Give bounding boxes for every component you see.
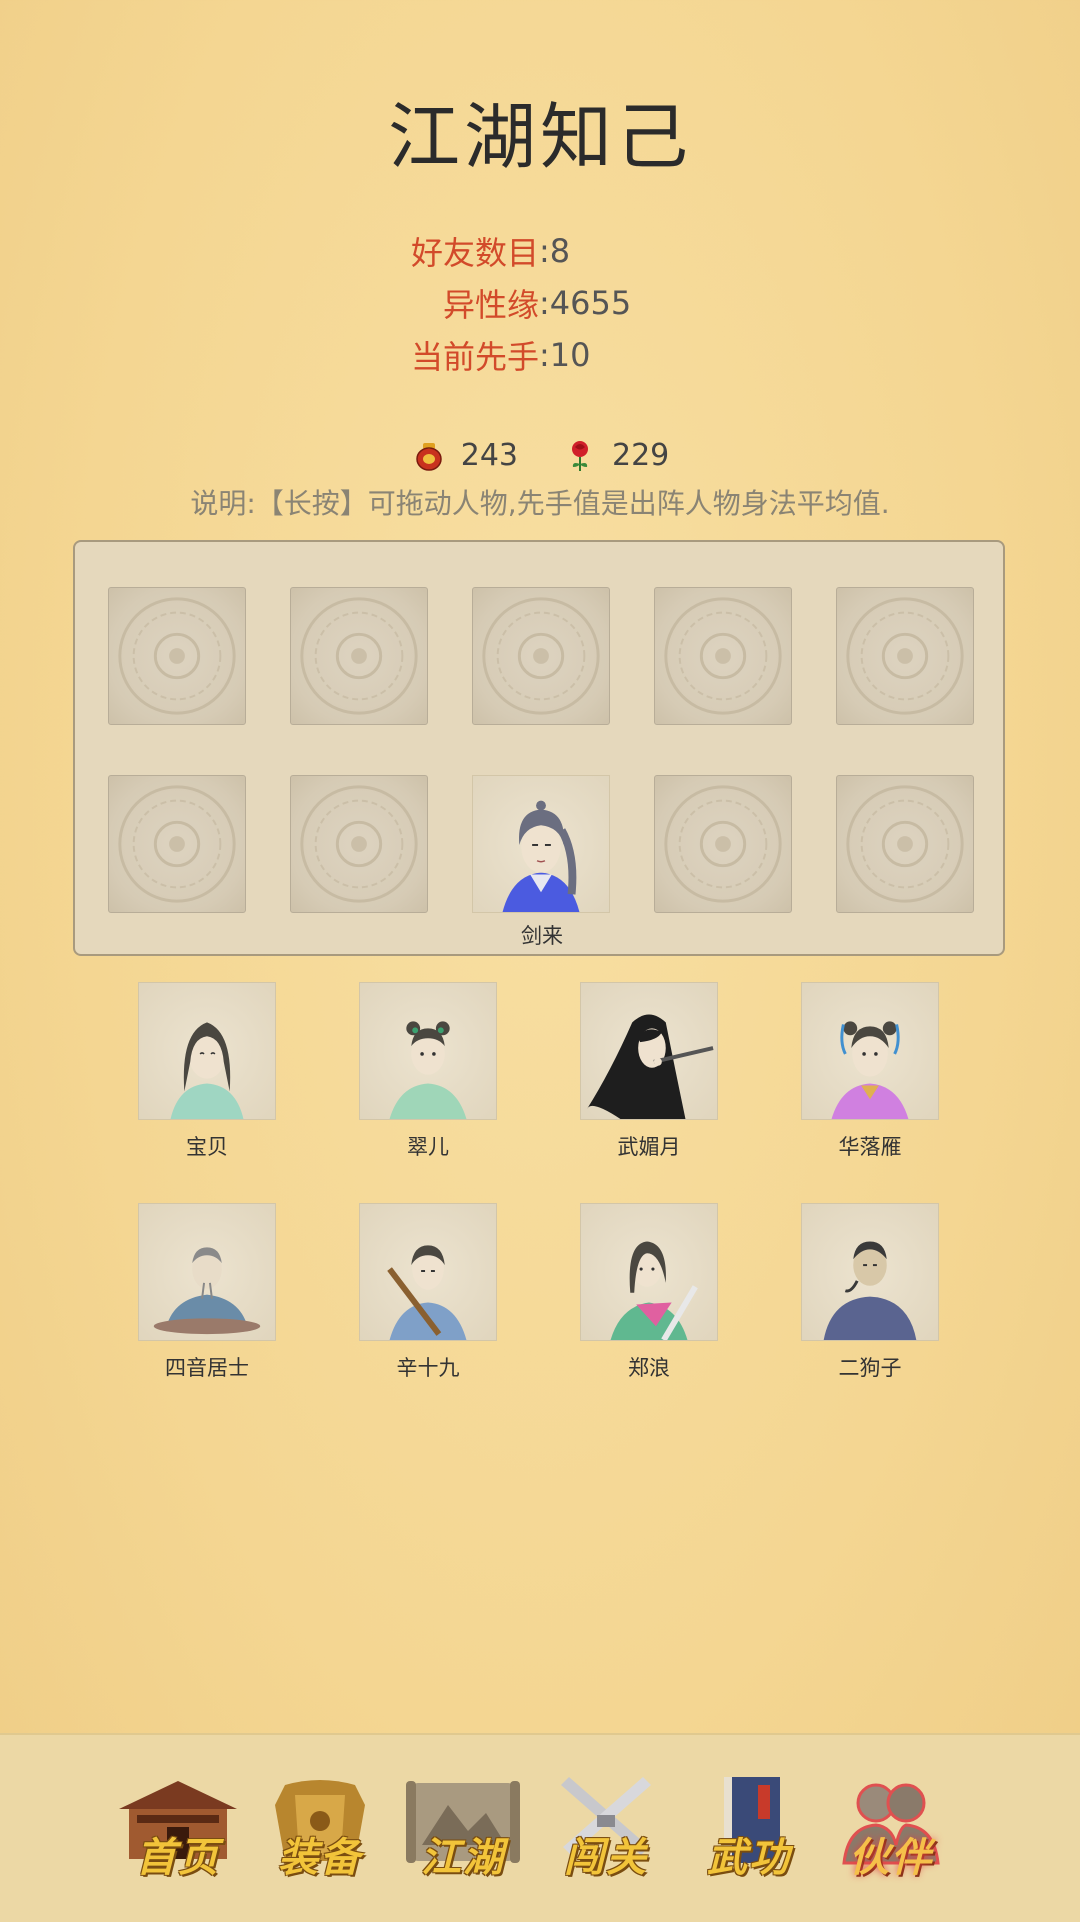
roster-name: 宝贝 — [186, 1135, 228, 1159]
character-portrait-icon — [586, 1014, 714, 1119]
slot-emblem-icon — [300, 597, 418, 715]
nav-label: 首页 — [136, 1834, 220, 1881]
slot-emblem-icon — [118, 597, 236, 715]
instruction-note: 说明:【长按】可拖动人物,先手值是出阵人物身法平均值. — [190, 487, 890, 520]
wine-jar-icon — [415, 443, 442, 471]
stat-charm: 异性缘 :4655 — [0, 277, 1080, 329]
team-slot-name: 剑来 — [521, 924, 563, 948]
character-portrait-icon — [610, 1241, 698, 1340]
nav-label: 江湖 — [421, 1834, 505, 1881]
slot-emblem-icon — [300, 785, 418, 903]
stat-friend-count: 好友数目 :8 — [0, 225, 1080, 277]
nav-home[interactable]: 首页 — [113, 1765, 243, 1905]
bottom-nav: 首页 装备 江湖 闯关 武功 伙伴 — [0, 1733, 1080, 1922]
roster-name: 华落雁 — [838, 1135, 902, 1159]
stat-value: :4655 — [539, 284, 632, 322]
roster-name: 二狗子 — [838, 1356, 902, 1380]
team-formation-panel: 剑来 — [73, 540, 1005, 956]
slot-emblem-icon — [846, 785, 964, 903]
stat-value: :8 — [539, 232, 571, 270]
roster-character-ergouzi[interactable] — [801, 1203, 939, 1341]
nav-label: 闯关 — [564, 1834, 648, 1881]
slot-emblem-icon — [482, 597, 600, 715]
roster-character-wumeiyue[interactable] — [580, 982, 718, 1120]
rose-icon — [572, 441, 588, 471]
resource-wine: 243 — [411, 437, 518, 473]
empty-team-slot[interactable] — [836, 775, 974, 913]
empty-team-slot[interactable] — [472, 587, 610, 725]
stat-initiative: 当前先手 :10 — [0, 329, 1080, 381]
wine-count: 243 — [460, 437, 518, 473]
empty-team-slot[interactable] — [836, 587, 974, 725]
roster-name: 翠儿 — [407, 1135, 449, 1159]
slot-emblem-icon — [118, 785, 236, 903]
empty-team-slot[interactable] — [108, 587, 246, 725]
empty-team-slot[interactable] — [290, 587, 428, 725]
slot-emblem-icon — [664, 597, 782, 715]
nav-challenge[interactable]: 闯关 — [541, 1765, 671, 1905]
rose-count: 229 — [612, 437, 670, 473]
nav-companions[interactable]: 伙伴 — [826, 1765, 956, 1905]
slot-emblem-icon — [664, 785, 782, 903]
roster-character-siyinjushi[interactable] — [138, 1203, 276, 1341]
roster-name: 四音居士 — [165, 1356, 249, 1380]
page-title: 江湖知己 — [387, 95, 692, 179]
roster-name: 武媚月 — [617, 1135, 681, 1159]
stat-value: :10 — [539, 336, 591, 374]
stat-label: 异性缘 — [442, 286, 539, 324]
stats-block: 好友数目 :8 异性缘 :4655 当前先手 :10 — [0, 225, 1080, 381]
nav-label: 伙伴 — [849, 1834, 933, 1881]
nav-jianghu[interactable]: 江湖 — [398, 1765, 528, 1905]
character-portrait-icon — [502, 800, 580, 912]
character-portrait-icon — [823, 1241, 917, 1340]
character-portrait-icon — [387, 1245, 467, 1340]
character-portrait-icon — [170, 1022, 244, 1119]
empty-team-slot[interactable] — [654, 587, 792, 725]
team-slot-jianlai[interactable] — [472, 775, 610, 913]
roster-character-cuier[interactable] — [359, 982, 497, 1120]
character-portrait-icon — [153, 1247, 261, 1335]
slot-emblem-icon — [846, 597, 964, 715]
roster-character-zhenglang[interactable] — [580, 1203, 718, 1341]
stat-label: 好友数目 — [410, 234, 539, 272]
nav-label: 武功 — [707, 1834, 791, 1881]
roster-character-xinshijiu[interactable] — [359, 1203, 497, 1341]
empty-team-slot[interactable] — [290, 775, 428, 913]
nav-equipment[interactable]: 装备 — [255, 1765, 385, 1905]
resource-bar: 243 229 — [0, 433, 1080, 477]
roster-character-hualuoyan[interactable] — [801, 982, 939, 1120]
empty-team-slot[interactable] — [108, 775, 246, 913]
character-portrait-icon — [389, 1021, 467, 1119]
roster-name: 郑浪 — [628, 1356, 670, 1380]
resource-rose: 229 — [562, 437, 669, 473]
roster-character-baobei[interactable] — [138, 982, 276, 1120]
stat-label: 当前先手 — [410, 338, 539, 376]
nav-label: 装备 — [278, 1834, 362, 1881]
nav-martial-arts[interactable]: 武功 — [684, 1765, 814, 1905]
roster-name: 辛十九 — [396, 1356, 460, 1380]
empty-team-slot[interactable] — [654, 775, 792, 913]
character-portrait-icon — [831, 1021, 909, 1119]
